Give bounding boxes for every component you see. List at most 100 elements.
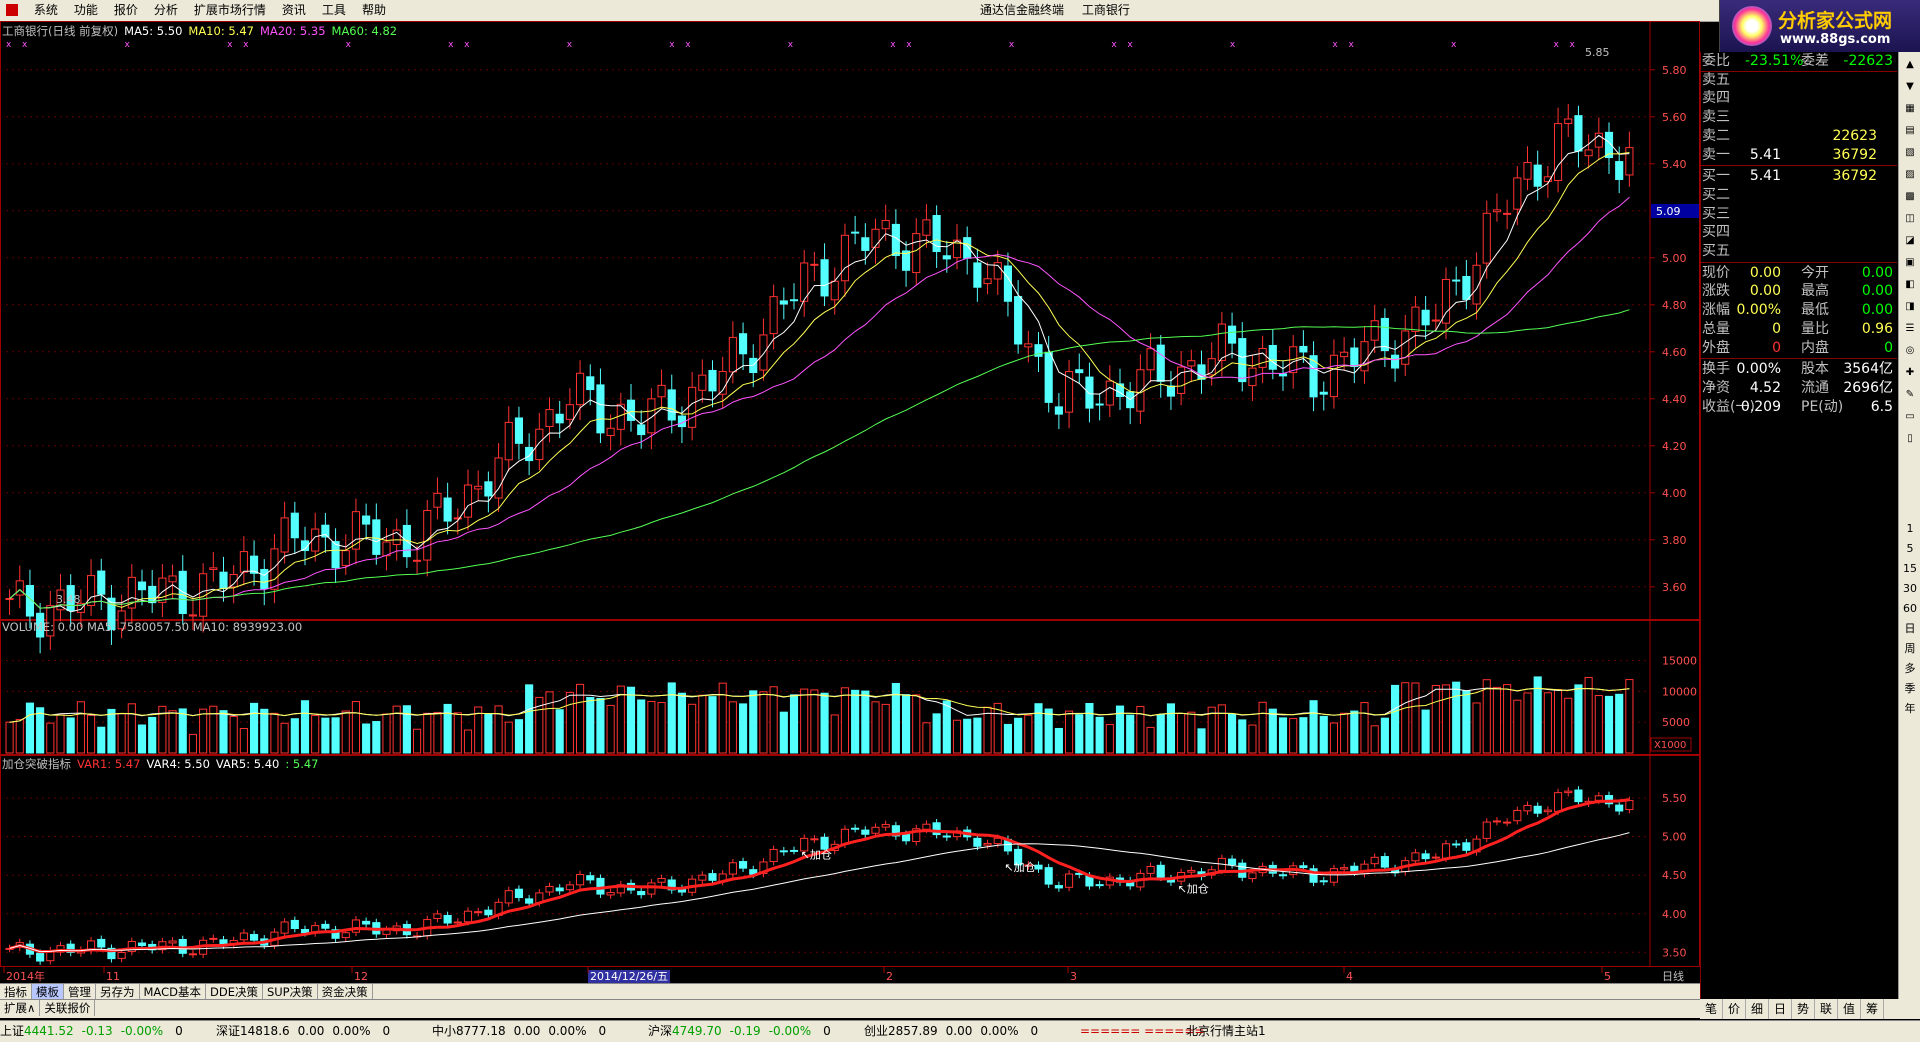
toolbar-icon-8[interactable]: ◪ (1902, 234, 1918, 248)
toolbar-icon-6[interactable]: ▩ (1902, 190, 1918, 204)
period-button-4[interactable]: 60 (1902, 602, 1918, 616)
sub-tab-1[interactable]: 关联报价 (40, 1000, 96, 1016)
ma-legend-1: MA10: 5.47 (188, 24, 254, 38)
period-button-8[interactable]: 季 (1902, 682, 1918, 696)
indicator-tab-5[interactable]: DDE决策 (206, 984, 263, 1000)
menu-item-3[interactable]: 分析 (146, 0, 186, 21)
index-quote-4[interactable]: 创业2857.89 0.00 0.00% 0 (864, 1021, 1038, 1042)
volume-bar (1278, 717, 1288, 754)
toolbar-icon-1[interactable]: ▼ (1902, 80, 1918, 94)
candle-body (565, 404, 574, 420)
period-button-0[interactable]: 1 (1902, 522, 1918, 536)
stat2-row-0: 换手 0.00% 股本 3564亿 (1701, 360, 1897, 378)
right-tab-1[interactable]: 价 (1723, 999, 1746, 1019)
sub-tab-0[interactable]: 扩展∧ (0, 1000, 41, 1016)
candle-body (555, 413, 564, 424)
menu-item-2[interactable]: 报价 (106, 0, 146, 21)
period-button-5[interactable]: 日 (1902, 622, 1918, 636)
x-tick-label: 11 (106, 970, 120, 983)
event-marker: x (669, 40, 675, 50)
right-tab-0[interactable]: 笔 (1700, 999, 1723, 1019)
toolbar-icon-9[interactable]: ▣ (1902, 256, 1918, 270)
period-button-2[interactable]: 15 (1902, 562, 1918, 576)
menu-item-5[interactable]: 资讯 (274, 0, 314, 21)
right-tab-5[interactable]: 联 (1815, 999, 1838, 1019)
index-name: 创业 (864, 1024, 889, 1038)
toolbar-icon-16[interactable]: ▭ (1902, 410, 1918, 424)
period-button-9[interactable]: 年 (1902, 702, 1918, 716)
toolbar-icon-10[interactable]: ◧ (1902, 278, 1918, 292)
index-quote-0[interactable]: 上证4441.52 -0.13 -0.00% 0 (0, 1021, 183, 1042)
candle-body (1401, 330, 1410, 365)
toolbar-icon-3[interactable]: ▤ (1902, 124, 1918, 138)
buy-signal-label: ↖加仓 (1178, 881, 1209, 895)
ind-candle-body (474, 911, 483, 914)
index-change: 0.00 (297, 1024, 325, 1038)
menu-item-6[interactable]: 工具 (314, 0, 354, 21)
toolbar-icon-14[interactable]: ✚ (1902, 366, 1918, 380)
right-tab-6[interactable]: 值 (1838, 999, 1861, 1019)
ind-candle-body (1187, 869, 1196, 873)
menu-item-4[interactable]: 扩展市场行情 (186, 0, 274, 21)
toolbar-icon-5[interactable]: ▨ (1902, 168, 1918, 182)
stat-row-2: 涨幅 0.00% 最低 0.00 (1701, 301, 1897, 319)
volume-bar (453, 712, 462, 754)
toolbar-icon-0[interactable]: ▲ (1902, 58, 1918, 72)
toolbar-icon-4[interactable]: ▧ (1902, 146, 1918, 160)
period-button-6[interactable]: 周 (1902, 642, 1918, 656)
candle-body (1258, 347, 1267, 368)
toolbar-icon-7[interactable]: ◫ (1902, 212, 1918, 226)
indicator-tab-2[interactable]: 管理 (64, 984, 96, 1000)
candle-body (1268, 344, 1277, 370)
volume-bar (1370, 725, 1379, 754)
terminal-name: 通达信金融终端 (980, 3, 1065, 17)
right-tab-3[interactable]: 日 (1769, 999, 1792, 1019)
indicator-tab-6[interactable]: SUP决策 (263, 984, 318, 1000)
volume-bar (423, 712, 432, 754)
menu-item-7[interactable]: 帮助 (354, 0, 394, 21)
volume-bar (199, 708, 208, 754)
toolbar-icon-15[interactable]: ✎ (1902, 388, 1918, 402)
toolbar-icon-2[interactable]: ▦ (1902, 102, 1918, 116)
ind-candle-body (1431, 856, 1440, 859)
index-quote-2[interactable]: 中小8777.18 0.00 0.00% 0 (432, 1021, 606, 1042)
server-name[interactable]: 北京行情主站1 (1186, 1021, 1266, 1042)
ind-candle-body (1564, 790, 1573, 794)
ind-candle-body (1065, 873, 1074, 888)
x-tick-label: 4 (1346, 970, 1353, 983)
chart-area[interactable]: 5.805.605.405.205.004.804.604.404.204.00… (0, 21, 1700, 999)
stat-row-4-price: 0 (1772, 339, 1781, 356)
menu-item-1[interactable]: 功能 (66, 0, 106, 21)
period-button-7[interactable]: 多 (1902, 662, 1918, 676)
toolbar-icon-11[interactable]: ◨ (1902, 300, 1918, 314)
chart-canvas[interactable]: 5.805.605.405.205.004.804.604.404.204.00… (0, 21, 1700, 983)
candle-body (973, 262, 982, 288)
period-button-3[interactable]: 30 (1902, 582, 1918, 596)
indicator-tab-7[interactable]: 资金决策 (318, 984, 373, 1000)
indicator-tab-1[interactable]: 模板 (32, 984, 64, 1000)
ind-candle-body (290, 919, 299, 930)
separator (1701, 261, 1897, 263)
toolbar-icon-12[interactable]: ☰ (1902, 322, 1918, 336)
ind-candle-body (1492, 820, 1502, 823)
index-quote-3[interactable]: 沪深4749.70 -0.19 -0.00% 0 (648, 1021, 831, 1042)
toolbar-icon-17[interactable]: ▯ (1902, 432, 1918, 446)
ind-candle-body (525, 898, 534, 904)
toolbar-icon-13[interactable]: ◎ (1902, 344, 1918, 358)
indicator-tab-0[interactable]: 指标 (0, 984, 32, 1000)
event-marker: x (1332, 40, 1338, 50)
indicator-tab-4[interactable]: MACD基本 (140, 984, 206, 1000)
period-button-1[interactable]: 5 (1902, 542, 1918, 556)
menu-item-0[interactable]: 系统 (26, 0, 66, 21)
ind-candle-body (250, 934, 259, 941)
candle-body (280, 517, 289, 553)
indicator-tab-3[interactable]: 另存为 (96, 984, 140, 1000)
stat2-row-1-price: 4.52 (1749, 379, 1781, 396)
period-label[interactable]: 日线 (1662, 969, 1684, 983)
event-marker: x (6, 40, 12, 50)
index-quote-1[interactable]: 深证14818.6 0.00 0.00% 0 (216, 1021, 390, 1042)
right-tab-7[interactable]: 筹 (1861, 999, 1884, 1019)
right-tab-2[interactable]: 细 (1746, 999, 1769, 1019)
volume-bar (1319, 715, 1328, 754)
right-tab-4[interactable]: 势 (1792, 999, 1815, 1019)
